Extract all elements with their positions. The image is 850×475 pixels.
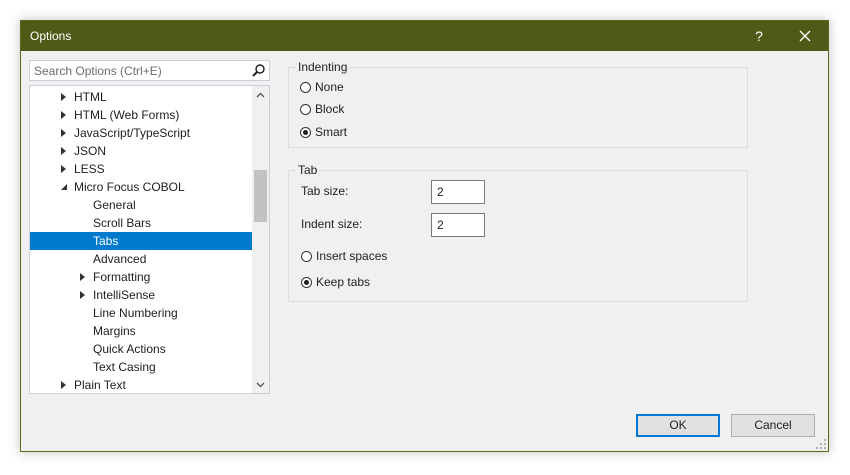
tree-item[interactable]: Advanced — [30, 250, 252, 268]
tree-item-label: HTML — [74, 90, 107, 104]
close-icon — [799, 30, 811, 42]
options-dialog: Options ? Search Options (Ctrl+E) HTML HT… — [20, 20, 829, 452]
radio-indent-block[interactable]: Block — [300, 102, 344, 116]
radio-button[interactable] — [301, 276, 312, 288]
radio-insert-spaces[interactable]: Insert spaces — [301, 249, 387, 263]
chevron-down-icon — [256, 382, 265, 387]
options-tree[interactable]: HTML HTML (Web Forms) JavaScript/TypeScrip… — [29, 85, 270, 394]
tree-item[interactable]: Margins — [30, 322, 252, 340]
tree-item-label: JavaScript/TypeScript — [74, 126, 191, 140]
keep-tabs-label: Keep tabs — [316, 275, 371, 289]
radio-button[interactable] — [300, 103, 311, 115]
tree-item[interactable]: HTML (Web Forms) — [30, 106, 252, 124]
collapse-arrow-icon[interactable] — [61, 147, 66, 155]
close-button[interactable] — [782, 21, 828, 51]
radio-indent-smart[interactable]: Smart — [300, 125, 347, 139]
tree-item-label: HTML (Web Forms) — [74, 108, 180, 122]
tree-item-label: Micro Focus COBOL — [74, 180, 185, 194]
tree-item-label: Line Numbering — [93, 306, 178, 320]
indenting-group: Indenting — [288, 60, 748, 148]
indent-size-input[interactable]: 2 — [431, 213, 485, 237]
title-bar[interactable]: Options ? — [21, 21, 828, 51]
help-button[interactable]: ? — [736, 21, 782, 51]
tree-item[interactable]: IntelliSense — [30, 286, 252, 304]
indent-size-label: Indent size: — [301, 217, 363, 231]
radio-button[interactable] — [300, 81, 311, 93]
cancel-button[interactable]: Cancel — [731, 414, 815, 437]
tree-item[interactable]: Plain Text — [30, 376, 252, 393]
tree-item-label: Margins — [93, 324, 136, 338]
collapse-arrow-icon[interactable] — [61, 381, 66, 389]
tree-item[interactable]: LESS — [30, 160, 252, 178]
radio-button[interactable] — [301, 250, 312, 262]
search-icon[interactable] — [251, 63, 266, 78]
collapse-arrow-icon[interactable] — [61, 111, 66, 119]
tree-item-label: General — [93, 198, 136, 212]
help-icon: ? — [755, 28, 763, 44]
tree-item[interactable]: Quick Actions — [30, 340, 252, 358]
collapse-arrow-icon[interactable] — [61, 129, 66, 137]
scroll-up-button[interactable] — [252, 86, 269, 103]
tab-size-label: Tab size: — [301, 184, 349, 198]
radio-keep-tabs[interactable]: Keep tabs — [301, 275, 370, 289]
tree-item-label: Text Casing — [93, 360, 156, 374]
tree-item[interactable]: Tabs — [30, 232, 252, 250]
expand-arrow-icon[interactable] — [61, 184, 67, 190]
ok-button[interactable]: OK — [636, 414, 720, 437]
tree-item-label: Scroll Bars — [93, 216, 152, 230]
tree-item[interactable]: Formatting — [30, 268, 252, 286]
tree-item[interactable]: JSON — [30, 142, 252, 160]
collapse-arrow-icon[interactable] — [61, 93, 66, 101]
collapse-arrow-icon[interactable] — [80, 291, 85, 299]
tree-item-label: Plain Text — [74, 378, 126, 392]
tree-scrollbar[interactable] — [252, 86, 269, 393]
tree-item[interactable]: General — [30, 196, 252, 214]
tree-item-label: Tabs — [93, 234, 119, 248]
tree-item-label: IntelliSense — [93, 288, 156, 302]
resize-grip-icon[interactable] — [816, 439, 826, 449]
search-placeholder: Search Options (Ctrl+E) — [34, 64, 162, 78]
tree-item[interactable]: HTML — [30, 88, 252, 106]
radio-block-label: Block — [315, 102, 345, 116]
tree-item[interactable]: Text Casing — [30, 358, 252, 376]
tab-legend: Tab — [298, 163, 318, 177]
tree-item[interactable]: Micro Focus COBOL — [30, 178, 252, 196]
tree-item[interactable]: JavaScript/TypeScript — [30, 124, 252, 142]
tree-item-label: Formatting — [93, 270, 151, 284]
radio-none-label: None — [315, 80, 344, 94]
window-title: Options — [30, 29, 72, 43]
search-options-input[interactable]: Search Options (Ctrl+E) — [29, 60, 270, 81]
tree-item-label: LESS — [74, 162, 105, 176]
collapse-arrow-icon[interactable] — [80, 273, 85, 281]
insert-spaces-label: Insert spaces — [316, 249, 388, 263]
chevron-up-icon — [256, 92, 265, 97]
tree-list: HTML HTML (Web Forms) JavaScript/TypeScrip… — [30, 88, 252, 393]
radio-button[interactable] — [300, 126, 311, 138]
tree-item[interactable]: Scroll Bars — [30, 214, 252, 232]
scroll-down-button[interactable] — [252, 376, 269, 393]
radio-indent-none[interactable]: None — [300, 80, 344, 94]
radio-smart-label: Smart — [315, 125, 348, 139]
indenting-legend: Indenting — [298, 60, 348, 74]
tree-item-label: Advanced — [93, 252, 147, 266]
scroll-thumb[interactable] — [254, 170, 267, 222]
tab-size-input[interactable]: 2 — [431, 180, 485, 204]
tree-item-label: JSON — [74, 144, 107, 158]
tree-item-label: Quick Actions — [93, 342, 166, 356]
collapse-arrow-icon[interactable] — [61, 165, 66, 173]
tree-item[interactable]: Line Numbering — [30, 304, 252, 322]
